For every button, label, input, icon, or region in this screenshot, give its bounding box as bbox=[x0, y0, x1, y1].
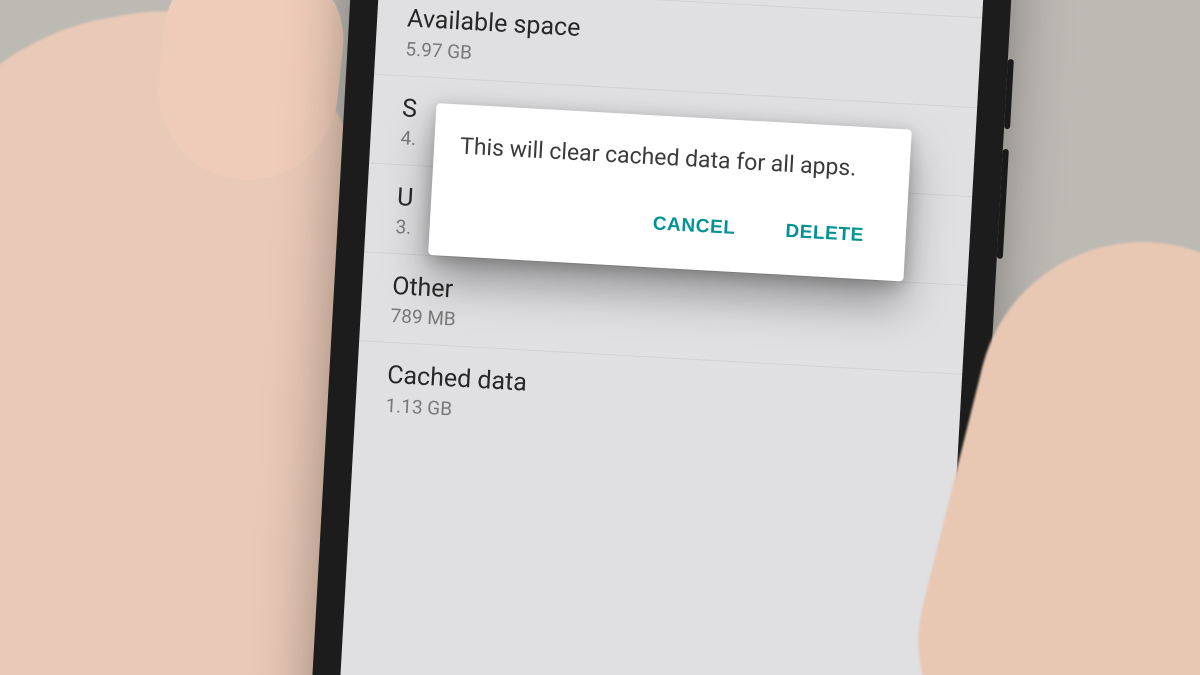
dialog-scrim bbox=[333, 0, 988, 675]
power-button bbox=[1004, 59, 1014, 129]
screen: Total space 16.00 GB Available space 5.9… bbox=[333, 0, 988, 675]
cancel-button[interactable]: CANCEL bbox=[648, 205, 741, 248]
volume-button bbox=[997, 149, 1009, 259]
phone-body: Total space 16.00 GB Available space 5.9… bbox=[303, 0, 1018, 675]
delete-button[interactable]: DELETE bbox=[780, 213, 869, 256]
photo-stage: Total space 16.00 GB Available space 5.9… bbox=[0, 0, 1200, 675]
clear-cache-dialog: This will clear cached data for all apps… bbox=[428, 103, 912, 282]
phone-bezel: Total space 16.00 GB Available space 5.9… bbox=[313, 0, 1007, 675]
